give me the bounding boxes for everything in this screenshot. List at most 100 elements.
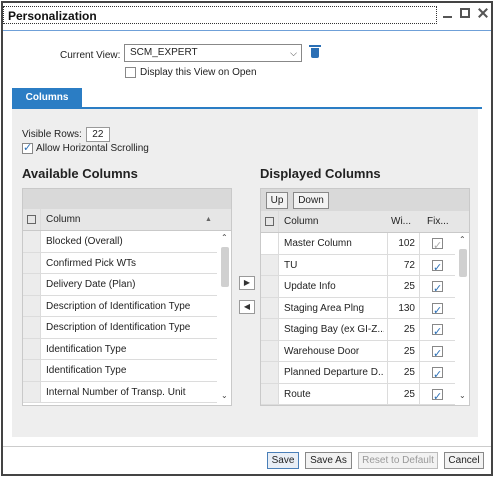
column-width[interactable]: 102 (387, 233, 415, 254)
column-name: Identification Type (46, 365, 127, 376)
row-selector[interactable] (23, 295, 41, 316)
row-selector[interactable] (261, 254, 279, 275)
column-width[interactable]: 25 (387, 340, 415, 361)
fixed-checkbox[interactable] (432, 322, 443, 340)
table-row[interactable]: Warehouse Door 25 (261, 340, 457, 362)
cancel-button[interactable]: Cancel (444, 452, 484, 469)
column-width[interactable]: 72 (387, 254, 415, 275)
column-width[interactable]: 25 (387, 362, 415, 383)
column-name: Internal Number of Transp. Unit (46, 386, 186, 398)
scroll-thumb[interactable] (459, 249, 467, 277)
fixed-checkbox[interactable] (432, 301, 443, 318)
maximize-icon[interactable] (460, 8, 470, 18)
close-icon[interactable] (478, 8, 488, 18)
list-item[interactable]: Blocked (Overall) (23, 231, 217, 253)
row-selector[interactable] (261, 233, 279, 254)
horizontal-scroll-checkbox[interactable] (22, 141, 33, 154)
available-scrollbar[interactable]: ⌃ ⌄ (219, 231, 231, 405)
column-name: Staging Area Plng (284, 302, 365, 314)
column-name: Master Column (284, 238, 352, 249)
displayed-scrollbar[interactable]: ⌃ ⌄ (457, 233, 469, 405)
display-on-open-checkbox[interactable] (125, 67, 136, 78)
save-as-button[interactable]: Save As (305, 452, 352, 469)
column-name: Staging Bay (ex GI-Z... (284, 324, 384, 335)
row-selector[interactable] (23, 360, 41, 381)
list-item[interactable]: Internal Number of Transp. Unit (23, 381, 217, 403)
column-name: Blocked (Overall) (46, 236, 123, 247)
row-selector[interactable] (261, 319, 279, 340)
table-row[interactable]: TU 72 (261, 254, 457, 276)
title-bar: Personalization (3, 6, 437, 24)
move-up-button[interactable]: Up (266, 192, 288, 209)
list-item[interactable]: Identification Type (23, 338, 217, 360)
row-selector[interactable] (261, 362, 279, 383)
column-width[interactable]: 130 (387, 297, 415, 318)
column-width[interactable]: 25 (387, 276, 415, 297)
list-item[interactable]: Delivery Date (Plan) (23, 274, 217, 296)
fixed-checkbox[interactable] (432, 365, 443, 383)
scroll-down-icon[interactable]: ⌄ (221, 391, 228, 400)
current-view-label: Current View: (60, 50, 121, 61)
visible-rows-input[interactable]: 22 (85, 127, 110, 142)
move-down-button[interactable]: Down (293, 192, 329, 209)
select-all-icon[interactable] (261, 211, 279, 232)
list-item[interactable]: Identification Type (23, 360, 217, 382)
table-row[interactable]: Staging Bay (ex GI-Z... 25 (261, 319, 455, 341)
column-name: Description of Identification Type (46, 322, 191, 333)
column-name: TU (284, 259, 298, 271)
select-all-icon[interactable] (23, 209, 41, 230)
scroll-up-icon[interactable]: ⌃ (459, 235, 466, 244)
table-row[interactable]: Staging Area Plng 130 (261, 297, 455, 319)
list-item[interactable]: Confirmed Pick WTs (23, 252, 217, 274)
column-width[interactable]: 25 (387, 383, 415, 404)
fixed-cell (419, 340, 457, 361)
table-row[interactable]: Master Column 102 (261, 233, 455, 255)
scroll-down-icon[interactable]: ⌄ (459, 391, 466, 400)
current-view-select[interactable]: SCM_EXPERT ⌵ (124, 44, 302, 62)
add-column-button[interactable]: ▶ (239, 276, 255, 290)
row-selector[interactable] (261, 297, 279, 318)
horizontal-scroll-option[interactable]: Allow Horizontal Scrolling (22, 141, 149, 154)
table-row[interactable]: Update Info 25 (261, 276, 455, 298)
fixed-checkbox[interactable] (432, 387, 443, 404)
list-item[interactable]: Description of Identification Type (23, 317, 217, 339)
sort-ascending-icon[interactable]: ▲ (205, 209, 212, 230)
row-selector[interactable] (261, 276, 279, 297)
available-column-header[interactable]: Column (46, 209, 80, 230)
row-selector[interactable] (261, 383, 279, 404)
minimize-icon[interactable] (443, 16, 452, 18)
scroll-up-icon[interactable]: ⌃ (221, 233, 228, 242)
fixed-checkbox[interactable] (432, 236, 443, 254)
fixed-cell (419, 319, 457, 340)
row-selector[interactable] (23, 274, 41, 295)
column-width[interactable]: 25 (387, 319, 415, 340)
remove-column-button[interactable]: ◀ (239, 300, 255, 314)
row-selector[interactable] (261, 340, 279, 361)
fixed-cell (419, 254, 457, 275)
row-selector[interactable] (23, 317, 41, 338)
save-button[interactable]: Save (267, 452, 299, 469)
select-all-glyph (265, 217, 274, 226)
fixed-header[interactable]: Fix... (427, 211, 449, 232)
delete-view-icon[interactable] (308, 44, 322, 60)
reset-to-default-button[interactable]: Reset to Default (358, 452, 438, 469)
column-name: Confirmed Pick WTs (46, 257, 137, 269)
tab-columns[interactable]: Columns (12, 88, 82, 108)
row-selector[interactable] (23, 381, 41, 402)
scroll-thumb[interactable] (221, 247, 229, 287)
row-selector[interactable] (23, 231, 41, 252)
column-name: Description of Identification Type (46, 300, 191, 312)
table-row[interactable]: Route 25 (261, 383, 455, 405)
list-item[interactable]: Description of Identification Type (23, 295, 217, 317)
display-on-open-option[interactable]: Display this View on Open (125, 67, 257, 78)
displayed-column-header[interactable]: Column (284, 211, 318, 232)
fixed-checkbox[interactable] (432, 344, 443, 361)
displayed-columns-title: Displayed Columns (260, 166, 381, 181)
fixed-checkbox[interactable] (432, 258, 443, 275)
width-header[interactable]: Wi... (391, 211, 411, 232)
column-name: Delivery Date (Plan) (46, 279, 136, 290)
row-selector[interactable] (23, 252, 41, 273)
fixed-checkbox[interactable] (432, 279, 443, 297)
row-selector[interactable] (23, 338, 41, 359)
table-row[interactable]: Planned Departure D... 25 (261, 362, 455, 384)
